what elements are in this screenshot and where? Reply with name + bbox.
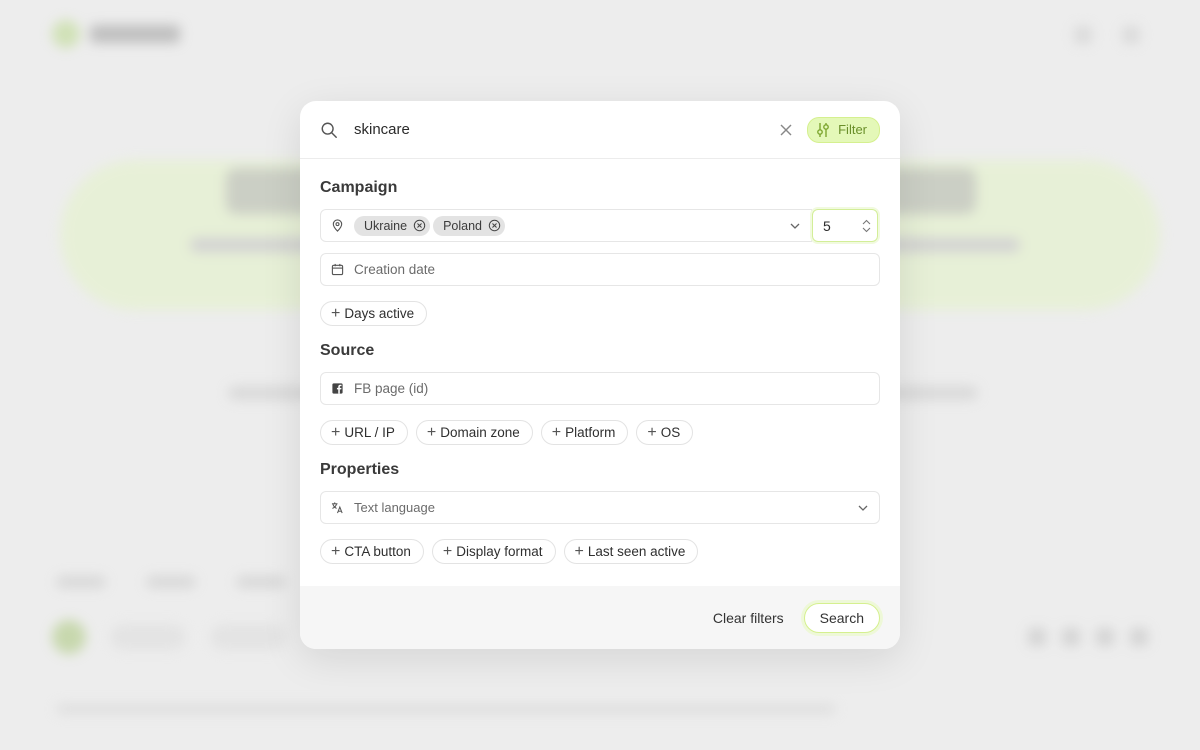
- facebook-icon: [332, 383, 343, 394]
- chevron-down-icon[interactable]: [789, 220, 801, 232]
- filter-sliders-icon: [817, 122, 830, 137]
- plus-icon: +: [331, 542, 341, 560]
- modal-footer: Clear filters Search: [300, 586, 900, 649]
- radius-number-input[interactable]: 5: [812, 209, 878, 242]
- plus-icon: +: [551, 423, 562, 441]
- pill-label: Last seen active: [587, 544, 686, 559]
- add-last-seen-active-button[interactable]: + Last seen active: [563, 539, 699, 564]
- search-icon: [321, 122, 337, 138]
- plus-icon: +: [647, 423, 657, 441]
- pill-label: Platform: [565, 425, 616, 440]
- pill-label: OS: [660, 425, 681, 440]
- search-button[interactable]: Search: [803, 602, 880, 633]
- filter-button[interactable]: Filter: [807, 116, 880, 143]
- plus-icon: +: [574, 542, 584, 560]
- search-bar: Filter: [300, 101, 900, 159]
- calendar-icon: [331, 263, 344, 276]
- text-language-select[interactable]: Text language: [320, 491, 880, 524]
- creation-date-placeholder: Creation date: [354, 262, 436, 277]
- location-chip: Ukraine: [354, 215, 431, 236]
- search-filter-modal: Filter Campaign Ukraine: [300, 101, 900, 649]
- location-pin-icon: [332, 219, 343, 232]
- bg-filter-row: [52, 620, 286, 654]
- search-button-label: Search: [819, 609, 864, 626]
- add-cta-button-button[interactable]: + CTA button: [320, 539, 424, 564]
- pill-label: URL / IP: [344, 425, 395, 440]
- stepper-down-icon[interactable]: [862, 227, 871, 233]
- add-display-format-button[interactable]: + Display format: [431, 539, 556, 564]
- translate-icon: [331, 502, 343, 514]
- add-platform-button[interactable]: + Platform: [540, 420, 629, 445]
- bg-top-icons: [1074, 26, 1140, 44]
- plus-icon: +: [331, 304, 341, 322]
- add-days-active-button[interactable]: + Days active: [320, 301, 428, 326]
- clear-search-icon[interactable]: [779, 123, 793, 137]
- plus-icon: +: [426, 423, 437, 441]
- clear-filters-button[interactable]: Clear filters: [713, 610, 784, 626]
- filter-label: Filter: [838, 122, 867, 137]
- radius-value: 5: [823, 217, 831, 234]
- filter-content: Campaign Ukraine Poland 5 Creation date …: [300, 159, 900, 564]
- location-chip-label: Poland: [443, 218, 483, 233]
- location-row: Ukraine Poland 5: [320, 209, 880, 242]
- text-language-placeholder: Text language: [354, 500, 435, 515]
- section-title-source: Source: [320, 342, 375, 359]
- bg-logo: [52, 20, 180, 48]
- plus-icon: +: [442, 542, 453, 560]
- radius-stepper[interactable]: [862, 219, 871, 233]
- search-input[interactable]: [354, 121, 780, 138]
- fb-page-placeholder: FB page (id): [354, 381, 429, 396]
- location-select[interactable]: Ukraine Poland: [320, 209, 812, 242]
- chevron-down-icon[interactable]: [857, 502, 869, 514]
- fb-page-field[interactable]: FB page (id): [320, 372, 880, 405]
- add-domain-zone-button[interactable]: + Domain zone: [415, 420, 533, 445]
- stepper-up-icon[interactable]: [862, 219, 871, 225]
- add-os-button[interactable]: + OS: [636, 420, 694, 445]
- section-title-properties: Properties: [320, 461, 400, 478]
- properties-add-pills: + CTA button + Display format + Last see…: [320, 539, 880, 564]
- pill-label: Domain zone: [440, 425, 520, 440]
- remove-chip-icon[interactable]: [488, 219, 501, 232]
- pill-label: CTA button: [344, 544, 411, 559]
- location-chip: Poland: [433, 215, 506, 236]
- section-title-campaign: Campaign: [320, 179, 398, 196]
- add-url-ip-button[interactable]: + URL / IP: [320, 420, 408, 445]
- campaign-add-pills: + Days active: [320, 301, 880, 326]
- location-chip-label: Ukraine: [364, 218, 408, 233]
- remove-chip-icon[interactable]: [413, 219, 426, 232]
- pill-label: Display format: [456, 544, 543, 559]
- pill-label: Days active: [344, 306, 415, 321]
- bg-view-icons: [1028, 628, 1148, 646]
- plus-icon: +: [331, 423, 341, 441]
- bg-footer-text: [56, 704, 836, 714]
- creation-date-field[interactable]: Creation date: [320, 253, 880, 286]
- source-add-pills: + URL / IP + Domain zone + Platform + OS: [320, 420, 880, 445]
